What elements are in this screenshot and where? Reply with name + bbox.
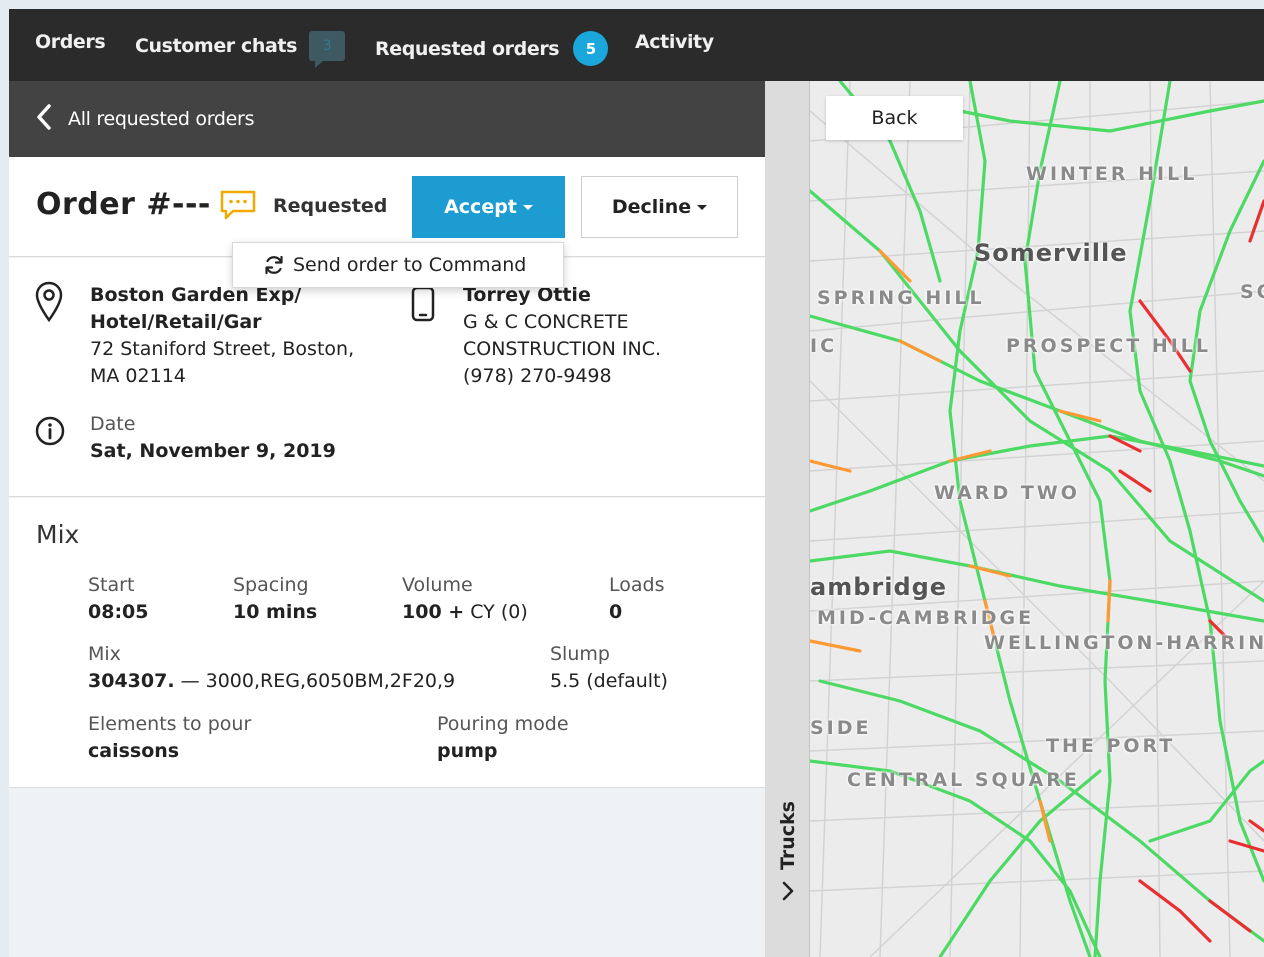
location-name-line2: Hotel/Retail/Gar — [90, 311, 262, 333]
map-label-side: SIDE — [810, 717, 872, 739]
map-label-wellington: WELLINGTON-HARRIN — [984, 632, 1264, 654]
trucks-toggle[interactable]: Trucks — [765, 81, 810, 957]
nav-requested-orders[interactable]: Requested orders 5 — [375, 31, 609, 66]
nav-customer-chats-label: Customer chats — [135, 35, 297, 57]
send-order-label: Send order to Command — [293, 254, 527, 276]
all-requested-orders-link[interactable]: All requested orders — [9, 81, 765, 157]
chat-bubble-icon[interactable] — [219, 189, 257, 221]
spacing-field: Spacing 10 mins — [233, 572, 317, 626]
spacing-label: Spacing — [233, 574, 309, 596]
map-label-ward-two: WARD TWO — [934, 482, 1080, 504]
mix-code-value: 304307. — 3000,REG,6050BM,2F20,9 — [88, 668, 455, 695]
volume-amount: 100 + — [402, 601, 465, 623]
phone-icon — [411, 286, 435, 322]
contact-company-line1: G & C CONCRETE — [463, 311, 629, 333]
loads-field: Loads 0 — [609, 572, 664, 626]
caret-down-icon — [522, 204, 533, 210]
address-street: 72 Staniford Street, Boston, — [90, 338, 355, 360]
refresh-icon — [265, 255, 283, 275]
order-title: Order #--- — [36, 187, 211, 222]
elements-label: Elements to pour — [88, 713, 252, 735]
chat-count-badge: 3 — [309, 31, 345, 68]
requested-count-badge: 5 — [573, 31, 609, 66]
trucks-label-group: Trucks — [773, 801, 803, 921]
map-label-spring-hill: SPRING HILL — [817, 287, 985, 309]
info-icon — [35, 416, 65, 446]
nav-requested-orders-label: Requested orders — [375, 37, 560, 60]
order-status: Requested — [273, 195, 388, 217]
back-bar-label: All requested orders — [68, 108, 255, 130]
contact-phone[interactable]: (978) 270-9498 — [463, 363, 661, 390]
decline-button[interactable]: Decline — [581, 176, 738, 238]
loads-label: Loads — [609, 574, 665, 596]
start-label: Start — [88, 574, 135, 596]
accept-button-label: Accept — [444, 196, 517, 218]
spacing-value: 10 mins — [233, 601, 318, 623]
send-order-to-command-item[interactable]: Send order to Command — [232, 242, 564, 288]
mix-description: — 3000,REG,6050BM,2F20,9 — [174, 670, 456, 692]
pouring-mode-value: pump — [437, 740, 498, 762]
loads-value: 0 — [609, 601, 623, 623]
volume-value: 100 + CY (0) — [402, 599, 528, 626]
nav-activity-label: Activity — [635, 31, 714, 53]
nav-orders-label: Orders — [35, 31, 106, 53]
slump-value: 5.5 (default) — [550, 670, 668, 692]
contact-company-line2: CONSTRUCTION INC. — [463, 338, 662, 360]
chevron-right-icon — [781, 880, 795, 907]
map-label-cambridge: ambridge — [810, 573, 948, 601]
map-label-the-port: THE PORT — [1046, 735, 1176, 757]
volume-unit: CY (0) — [464, 601, 528, 623]
mix-code-field: Mix 304307. — 3000,REG,6050BM,2F20,9 — [88, 641, 455, 695]
mix-code-label: Mix — [88, 643, 121, 665]
map-label-mid-cambridge: MID-CAMBRIDGE — [817, 607, 1035, 629]
nav-customer-chats[interactable]: Customer chats 3 — [135, 31, 345, 68]
slump-field: Slump 5.5 (default) — [550, 641, 668, 695]
decline-button-label: Decline — [611, 196, 692, 218]
pouring-mode-label: Pouring mode — [437, 713, 569, 735]
pouring-mode-field: Pouring mode pump — [437, 711, 569, 765]
mix-title: Mix — [36, 520, 80, 549]
date-label: Date — [90, 413, 136, 435]
location-pin-icon — [35, 281, 63, 323]
caret-down-icon — [697, 204, 708, 210]
start-value: 08:05 — [88, 601, 149, 623]
elements-value: caissons — [88, 740, 180, 762]
trucks-label: Trucks — [777, 801, 799, 870]
traffic-map[interactable]: Back WINTER HILL Somerville SO SPRING HI… — [810, 81, 1264, 957]
nav-orders[interactable]: Orders — [35, 31, 106, 53]
map-label-winter-hill: WINTER HILL — [1026, 163, 1198, 185]
start-field: Start 08:05 — [88, 572, 148, 626]
customer-contact: Torrey Ottie G & C CONCRETE CONSTRUCTION… — [463, 282, 661, 390]
map-back-button[interactable]: Back — [826, 96, 963, 140]
map-label-central-square: CENTRAL SQUARE — [847, 769, 1080, 791]
slump-label: Slump — [550, 643, 610, 665]
address-city: MA 02114 — [90, 365, 186, 387]
elements-field: Elements to pour caissons — [88, 711, 251, 765]
map-label-somerville: Somerville — [974, 239, 1128, 267]
volume-label: Volume — [402, 574, 473, 596]
delivery-address: Boston Garden Exp/ Hotel/Retail/Gar 72 S… — [90, 282, 354, 390]
date-value: Sat, November 9, 2019 — [90, 440, 336, 462]
mix-section: Mix Start 08:05 Spacing 10 mins Volume 1… — [9, 498, 765, 788]
order-info-section: Boston Garden Exp/ Hotel/Retail/Gar 72 S… — [9, 258, 765, 497]
volume-field: Volume 100 + CY (0) — [402, 572, 528, 626]
map-label-ic: IC — [810, 335, 838, 357]
accept-button[interactable]: Accept — [412, 176, 565, 238]
map-label-so: SO — [1240, 281, 1264, 303]
map-roads — [810, 81, 1264, 957]
top-navigation: Orders Customer chats 3 Requested orders… — [9, 9, 1264, 81]
map-label-prospect-hill: PROSPECT HILL — [1006, 335, 1211, 357]
nav-activity[interactable]: Activity — [635, 31, 714, 53]
mix-code: 304307. — [88, 670, 175, 692]
